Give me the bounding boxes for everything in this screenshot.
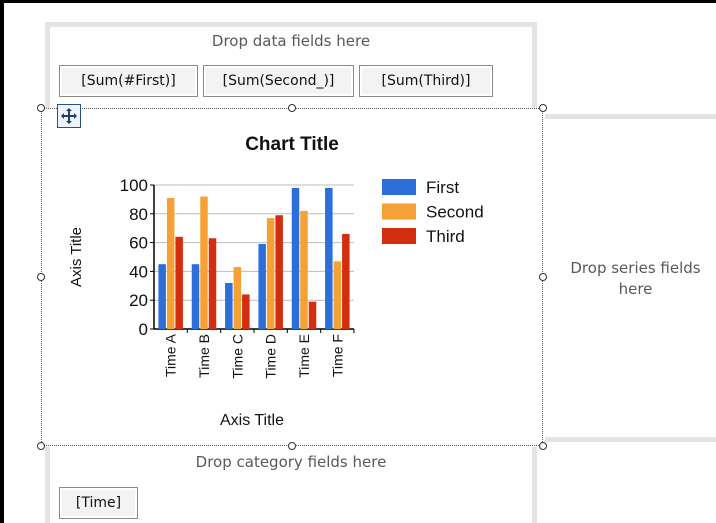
resize-handle-top-left[interactable] (37, 104, 45, 112)
y-tick-label: 40 (129, 262, 148, 281)
move-icon-glyph (61, 108, 77, 124)
bar-second[interactable] (300, 210, 308, 329)
bar-second[interactable] (266, 218, 275, 329)
bar-second[interactable] (200, 196, 208, 329)
legend-swatch-first (382, 179, 416, 195)
x-tick-label: Time E (296, 334, 312, 378)
x-tick-label: Time A (163, 333, 179, 377)
chart-area[interactable]: Chart Title Axis Title Axis Title 0 20 40 6… (41, 108, 543, 446)
series-hint-line-1: Drop series fields (570, 259, 701, 277)
chart-legend[interactable]: First Second Third (382, 178, 484, 246)
resize-handle-top-center[interactable] (288, 104, 296, 112)
bar-third[interactable] (275, 215, 283, 329)
bar-first[interactable] (291, 187, 300, 329)
data-drop-zone-hint[interactable]: Drop data fields here (45, 32, 537, 50)
series-zone-top-border (545, 114, 716, 119)
bar-third[interactable] (208, 238, 217, 329)
resize-handle-bottom-left[interactable] (37, 442, 45, 450)
x-axis-title[interactable]: Axis Title (220, 412, 284, 429)
series-drop-zone-hint[interactable]: Drop series fields here (553, 258, 716, 300)
resize-handle-middle-right[interactable] (539, 273, 547, 281)
bar-first[interactable] (325, 187, 333, 329)
category-field-time[interactable]: [Time] (59, 487, 138, 519)
y-axis-title[interactable]: Axis Title (68, 227, 85, 287)
plot-area[interactable]: 0 20 40 60 80 100 Time A Time B Time C Time D Time… (120, 176, 355, 379)
bar-first[interactable] (225, 282, 233, 329)
legend-label-second: Second (426, 203, 484, 222)
bar-second[interactable] (333, 261, 342, 329)
x-tick-label: Time D (263, 334, 279, 379)
window-left-border (0, 0, 4, 523)
series-hint-line-2: here (618, 280, 653, 298)
y-tick-label: 80 (129, 205, 148, 224)
category-drop-zone-hint[interactable]: Drop category fields here (45, 453, 537, 471)
data-zone-top-border (45, 22, 537, 27)
bar-third[interactable] (242, 294, 250, 329)
x-tick-label: Time C (229, 334, 245, 379)
bar-third[interactable] (175, 236, 183, 329)
chart-title[interactable]: Chart Title (245, 134, 339, 155)
resize-handle-middle-left[interactable] (37, 273, 45, 281)
resize-handle-bottom-right[interactable] (539, 442, 547, 450)
chart-svg: Chart Title Axis Title Axis Title 0 20 40 6… (68, 134, 484, 429)
bar-second[interactable] (166, 197, 175, 329)
legend-swatch-second (382, 203, 416, 220)
bar-first[interactable] (191, 264, 200, 329)
legend-label-first: First (426, 178, 459, 197)
y-tick-label: 20 (129, 291, 148, 310)
resize-handle-bottom-center[interactable] (288, 442, 296, 450)
bar-first[interactable] (158, 264, 166, 329)
data-field-first[interactable]: [Sum(#First)] (59, 65, 198, 97)
move-arrows-icon[interactable] (57, 104, 81, 128)
resize-handle-top-right[interactable] (539, 104, 547, 112)
legend-label-third: Third (426, 227, 465, 246)
legend-swatch-third (382, 228, 416, 244)
bar-first[interactable] (258, 244, 266, 329)
bar-third[interactable] (342, 233, 350, 329)
data-field-second[interactable]: [Sum(Second_)] (203, 65, 354, 97)
x-tick-label: Time B (196, 334, 212, 378)
bar-second[interactable] (233, 267, 242, 329)
bar-third[interactable] (308, 301, 317, 329)
data-field-third[interactable]: [Sum(Third)] (359, 65, 493, 97)
y-tick-label: 0 (139, 320, 148, 339)
x-tick-label: Time F (329, 334, 345, 377)
window-top-border (0, 0, 716, 3)
y-tick-label: 100 (120, 176, 148, 195)
series-zone-bottom-border (545, 437, 716, 442)
y-tick-label: 60 (129, 234, 148, 253)
